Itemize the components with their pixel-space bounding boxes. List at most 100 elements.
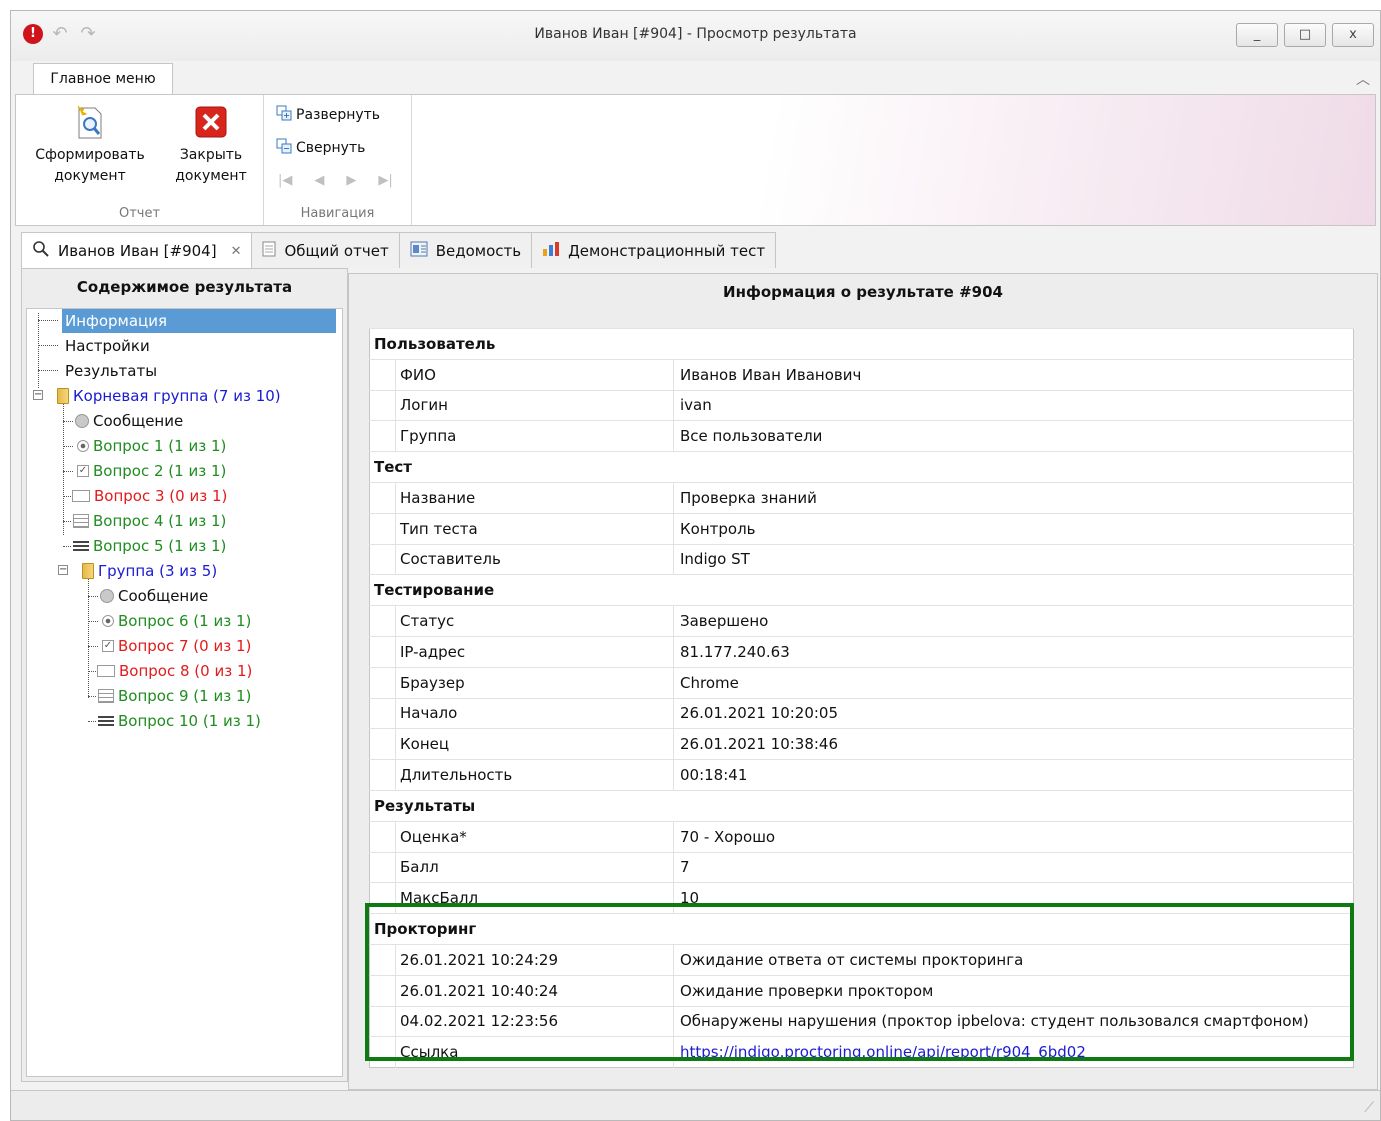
minimize-button[interactable]: _ <box>1236 23 1278 47</box>
field-value: 26.01.2021 10:20:05 <box>673 697 1354 729</box>
row-indent <box>369 697 396 729</box>
tree-expander-group[interactable]: − <box>58 565 68 575</box>
matching-question-icon <box>98 689 114 703</box>
tree-item-root-group[interactable]: Корневая группа (7 из 10) <box>57 384 281 408</box>
tree-line <box>88 671 96 672</box>
next-icon[interactable]: ▶ <box>346 173 356 188</box>
table-row: Оценка* 70 - Хорошо <box>369 820 1354 853</box>
close-window-button[interactable]: x <box>1332 23 1374 47</box>
tree-item-question-3[interactable]: Вопрос 3 (0 из 1) <box>72 484 227 508</box>
field-value: Завершено <box>673 605 1354 637</box>
collapse-button[interactable]: Свернуть <box>276 138 365 158</box>
field-label: Браузер <box>395 666 674 699</box>
collapse-ribbon-icon[interactable]: ︿ <box>1356 69 1370 89</box>
tree-line <box>88 596 98 597</box>
close-document-button[interactable]: Закрыть документ <box>168 103 254 187</box>
message-icon <box>100 589 114 603</box>
table-row: Ссылка https://indigo.proctoring.online/a… <box>369 1036 1354 1068</box>
row-indent <box>369 635 396 668</box>
tree-item-information[interactable]: Информация <box>62 309 336 333</box>
tree-item-label: Вопрос 1 (1 из 1) <box>93 437 227 455</box>
field-value: Иванов Иван Иванович <box>673 358 1354 391</box>
row-indent <box>369 974 396 1007</box>
first-icon[interactable]: |◀ <box>278 173 292 188</box>
field-value: ivan <box>673 389 1354 421</box>
ribbon-group-navigation-label: Навигация <box>300 206 375 221</box>
table-row: Балл 7 <box>369 851 1354 883</box>
status-bar: ⟋ <box>11 1090 1380 1120</box>
form-document-icon <box>73 103 107 141</box>
field-label: 26.01.2021 10:40:24 <box>395 974 674 1007</box>
tab-demo-test-label: Демонстрационный тест <box>568 241 766 260</box>
tree-item-results[interactable]: Результаты <box>65 359 157 383</box>
result-info-table: Пользователь ФИО Иванов Иван Иванович Логин… <box>369 328 1354 1069</box>
maximize-button[interactable]: □ <box>1284 23 1326 47</box>
tree-line <box>88 621 98 622</box>
row-indent <box>369 420 396 452</box>
field-label: Тип теста <box>395 512 674 545</box>
tab-result[interactable]: Иванов Иван [#904] ✕ <box>21 232 253 269</box>
tree-item-message-2[interactable]: Сообщение <box>100 584 208 608</box>
field-label: Статус <box>395 605 674 637</box>
field-label: Длительность <box>395 759 674 791</box>
row-indent <box>369 543 396 575</box>
field-label: ФИО <box>395 358 674 391</box>
ribbon-group-navigation: Развернуть Свернуть |◀ ◀ ▶ ▶| Навигация <box>264 95 412 225</box>
table-row: Статус Завершено <box>369 605 1354 637</box>
row-indent <box>369 759 396 791</box>
tree-line <box>63 496 71 497</box>
tree-item-label: Вопрос 10 (1 из 1) <box>118 712 261 730</box>
tab-general-report[interactable]: Общий отчет <box>251 232 400 268</box>
radio-question-icon <box>77 440 89 452</box>
row-indent <box>369 389 396 421</box>
tree-item-settings[interactable]: Настройки <box>65 334 150 358</box>
section-row: Тест <box>369 451 1354 483</box>
ribbon-tab-main-menu[interactable]: Главное меню <box>33 63 173 95</box>
section-row: Пользователь <box>369 328 1354 360</box>
tree-item-question-7[interactable]: ✓ Вопрос 7 (0 из 1) <box>102 634 251 658</box>
tree-item-question-2[interactable]: ✓ Вопрос 2 (1 из 1) <box>77 459 226 483</box>
result-info-title: Информация о результате #904 <box>723 283 1003 301</box>
form-document-button[interactable]: Сформировать документ <box>26 103 154 187</box>
table-row: Тип теста Контроль <box>369 512 1354 545</box>
row-indent <box>369 820 396 853</box>
tree-item-question-9[interactable]: Вопрос 9 (1 из 1) <box>98 684 251 708</box>
proctoring-report-link[interactable]: https://indigo.proctoring.online/api/rep… <box>680 1043 1086 1061</box>
tab-demo-test[interactable]: Демонстрационный тест <box>531 232 777 268</box>
table-row: Название Проверка знаний <box>369 481 1354 514</box>
document-icon <box>262 241 276 261</box>
section-row: Прокторинг <box>369 913 1354 945</box>
tree-item-message-1[interactable]: Сообщение <box>75 409 183 433</box>
tab-statement[interactable]: Ведомость <box>398 232 533 268</box>
folder-icon <box>57 388 69 404</box>
table-row: Группа Все пользователи <box>369 420 1354 452</box>
previous-icon[interactable]: ◀ <box>314 173 324 188</box>
expand-button[interactable]: Развернуть <box>276 105 380 125</box>
folder-icon <box>82 563 94 579</box>
tree-line <box>63 421 73 422</box>
resize-grip-icon[interactable]: ⟋ <box>1364 1100 1374 1116</box>
collapse-label: Свернуть <box>296 140 366 156</box>
tree-item-question-8[interactable]: Вопрос 8 (0 из 1) <box>97 659 252 683</box>
row-indent <box>369 481 396 514</box>
tree-item-question-4[interactable]: Вопрос 4 (1 из 1) <box>73 509 226 533</box>
tree-line <box>63 521 71 522</box>
matching-question-icon <box>73 514 89 528</box>
last-icon[interactable]: ▶| <box>378 173 392 188</box>
tree-item-group[interactable]: Группа (3 из 5) <box>82 559 217 583</box>
field-label: 04.02.2021 12:23:56 <box>395 1005 674 1037</box>
tree-item-question-6[interactable]: Вопрос 6 (1 из 1) <box>102 609 251 633</box>
tree-item-label: Вопрос 8 (0 из 1) <box>119 662 253 680</box>
close-document-label-2: документ <box>175 168 247 184</box>
message-icon <box>75 414 89 428</box>
tree-line <box>38 320 58 321</box>
tree-item-label: Настройки <box>65 337 150 355</box>
tree-item-question-5[interactable]: Вопрос 5 (1 из 1) <box>73 534 226 558</box>
row-indent <box>369 728 396 760</box>
tree-item-label: Группа (3 из 5) <box>98 562 218 580</box>
tree-expander-root-group[interactable]: − <box>33 390 43 400</box>
tree-item-question-10[interactable]: Вопрос 10 (1 из 1) <box>98 709 261 733</box>
close-tab-icon[interactable]: ✕ <box>231 244 242 259</box>
tree-item-question-1[interactable]: Вопрос 1 (1 из 1) <box>77 434 226 458</box>
window-controls: _ □ x <box>1236 23 1374 47</box>
